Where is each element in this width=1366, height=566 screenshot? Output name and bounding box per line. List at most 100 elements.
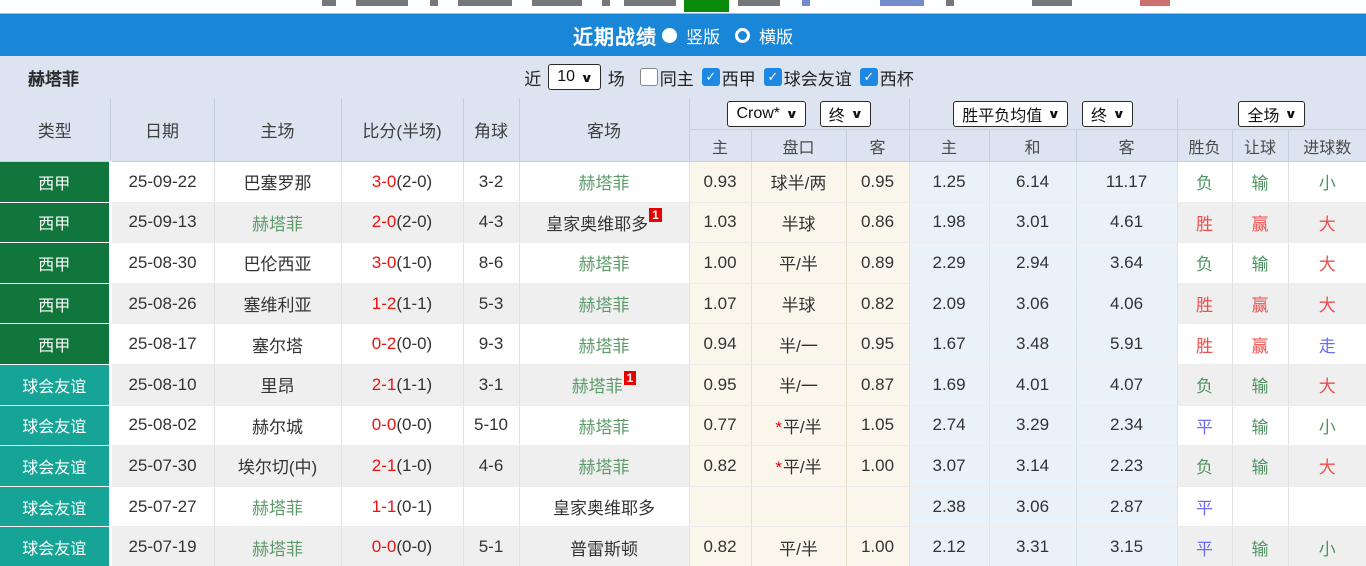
- col-header-score: 比分(半场): [341, 98, 463, 162]
- cell-away-team[interactable]: 赫塔菲: [519, 283, 689, 324]
- match-row: 球会友谊25-07-27赫塔菲1-1(0-1)皇家奥维耶多2.383.062.8…: [0, 486, 1366, 527]
- col-header-date: 日期: [110, 98, 214, 162]
- cell-date: 25-09-22: [110, 162, 214, 203]
- avg-period-select[interactable]: 终 ∨: [1082, 101, 1133, 127]
- cell-score: 3-0(2-0): [341, 162, 463, 203]
- nav-text-fragment: [532, 0, 582, 6]
- subcol-handicap-result: 让球: [1232, 130, 1288, 162]
- cell-avg-away-win: 2.23: [1076, 446, 1177, 487]
- cell-goals-result: 走: [1288, 324, 1366, 365]
- chevron-down-icon: ∨: [850, 107, 863, 121]
- games-label: 场: [608, 65, 625, 90]
- recent-label: 近: [524, 65, 541, 90]
- nav-text-fragment: [802, 0, 810, 6]
- nav-text-fragment: [946, 0, 954, 6]
- odds-company-select[interactable]: Crow* ∨: [727, 101, 805, 127]
- chevron-down-icon: ∨: [1285, 107, 1298, 121]
- section-title-bar: 近期战绩 竖版 横版: [0, 13, 1366, 56]
- scope-select[interactable]: 全场 ∨: [1238, 101, 1305, 127]
- cell-odds-home: 0.77: [689, 405, 751, 446]
- cell-score: 2-1(1-1): [341, 364, 463, 405]
- cell-away-team[interactable]: 普雷斯顿: [519, 527, 689, 566]
- cell-away-team[interactable]: 皇家奥维耶多: [519, 486, 689, 527]
- cell-home-team[interactable]: 赫塔菲: [214, 202, 341, 243]
- cell-home-team[interactable]: 里昂: [214, 364, 341, 405]
- radio-horizontal-layout[interactable]: [735, 28, 750, 43]
- cell-home-team[interactable]: 赫尔城: [214, 405, 341, 446]
- cell-avg-away-win: 3.15: [1076, 527, 1177, 566]
- cell-score: 0-2(0-0): [341, 324, 463, 365]
- cell-corners: 5-3: [463, 283, 519, 324]
- avg-dropdown-group: 胜平负均值 ∨ 终 ∨: [909, 98, 1177, 130]
- cell-handicap-result: 赢: [1232, 324, 1288, 365]
- cell-home-team[interactable]: 塞尔塔: [214, 324, 341, 365]
- cell-odds-away: 0.86: [846, 202, 909, 243]
- cell-away-team[interactable]: 赫塔菲: [519, 324, 689, 365]
- cell-away-team[interactable]: 赫塔菲1: [519, 364, 689, 405]
- cell-result: 胜: [1177, 283, 1232, 324]
- filter-checkbox-laliga[interactable]: ✓: [702, 68, 720, 86]
- scope-dropdown-group: 全场 ∨: [1177, 98, 1366, 130]
- cell-date: 25-08-10: [110, 364, 214, 405]
- cell-handicap: 平/半: [751, 243, 846, 284]
- radio-vertical-layout[interactable]: [662, 28, 677, 43]
- match-row: 球会友谊25-07-30埃尔切(中)2-1(1-0)4-6赫塔菲0.82*平/半…: [0, 446, 1366, 487]
- cell-away-team[interactable]: 赫塔菲: [519, 243, 689, 284]
- cell-avg-away-win: 4.06: [1076, 283, 1177, 324]
- cell-avg-home-win: 1.25: [909, 162, 989, 203]
- cell-date: 25-08-30: [110, 243, 214, 284]
- cell-handicap-result: 输: [1232, 364, 1288, 405]
- cell-home-team[interactable]: 塞维利亚: [214, 283, 341, 324]
- cell-away-team[interactable]: 赫塔菲: [519, 446, 689, 487]
- cell-odds-home: [689, 486, 751, 527]
- filter-checkbox-copa-del-rey[interactable]: ✓: [860, 68, 878, 86]
- cell-goals-result: 大: [1288, 283, 1366, 324]
- nav-text-fragment: [624, 0, 676, 6]
- radio-vertical-label: 竖版: [686, 23, 720, 48]
- filter-checkbox-label-copa-del-rey: 西杯: [880, 65, 914, 90]
- cell-goals-result: 大: [1288, 364, 1366, 405]
- cell-away-team[interactable]: 赫塔菲: [519, 405, 689, 446]
- cell-result: 平: [1177, 405, 1232, 446]
- cell-home-team[interactable]: 巴伦西亚: [214, 243, 341, 284]
- cell-corners: 4-6: [463, 446, 519, 487]
- cell-result: 负: [1177, 243, 1232, 284]
- nav-active-tab[interactable]: [684, 0, 729, 12]
- cell-league-type: 球会友谊: [0, 527, 110, 566]
- cell-date: 25-07-19: [110, 527, 214, 566]
- chevron-down-icon: ∨: [786, 107, 799, 121]
- cell-league-type: 西甲: [0, 324, 110, 365]
- cell-home-team[interactable]: 赫塔菲: [214, 527, 341, 566]
- col-header-type: 类型: [0, 98, 110, 162]
- cell-corners: 5-10: [463, 405, 519, 446]
- subcol-goals: 进球数: [1288, 130, 1366, 162]
- cell-avg-home-win: 1.67: [909, 324, 989, 365]
- filter-checkbox-same-home[interactable]: [640, 68, 658, 86]
- cell-date: 25-08-26: [110, 283, 214, 324]
- cell-handicap-result: 赢: [1232, 202, 1288, 243]
- cell-league-type: 球会友谊: [0, 446, 110, 487]
- cell-home-team[interactable]: 埃尔切(中): [214, 446, 341, 487]
- cell-home-team[interactable]: 赫塔菲: [214, 486, 341, 527]
- cell-score: 1-2(1-1): [341, 283, 463, 324]
- cell-avg-home-win: 2.74: [909, 405, 989, 446]
- cell-corners: 5-1: [463, 527, 519, 566]
- cell-odds-home: 1.03: [689, 202, 751, 243]
- cell-league-type: 西甲: [0, 283, 110, 324]
- filter-checkbox-club-friendly[interactable]: ✓: [764, 68, 782, 86]
- recent-count-select[interactable]: 10 ∨: [548, 64, 601, 90]
- cell-avg-draw: 3.31: [989, 527, 1076, 566]
- filter-checkbox-label-same-home: 同主: [660, 65, 694, 90]
- cell-league-type: 球会友谊: [0, 364, 110, 405]
- avg-type-select[interactable]: 胜平负均值 ∨: [953, 101, 1068, 127]
- subcol-avg-draw: 和: [989, 130, 1076, 162]
- cell-odds-away: 0.82: [846, 283, 909, 324]
- nav-text-fragment: [458, 0, 512, 6]
- odds-period-select[interactable]: 终 ∨: [820, 101, 871, 127]
- chevron-down-icon: ∨: [581, 71, 594, 85]
- cell-away-team[interactable]: 皇家奥维耶多1: [519, 202, 689, 243]
- cell-away-team[interactable]: 赫塔菲: [519, 162, 689, 203]
- cell-home-team[interactable]: 巴塞罗那: [214, 162, 341, 203]
- cell-date: 25-07-27: [110, 486, 214, 527]
- page-title: 近期战绩: [573, 21, 657, 50]
